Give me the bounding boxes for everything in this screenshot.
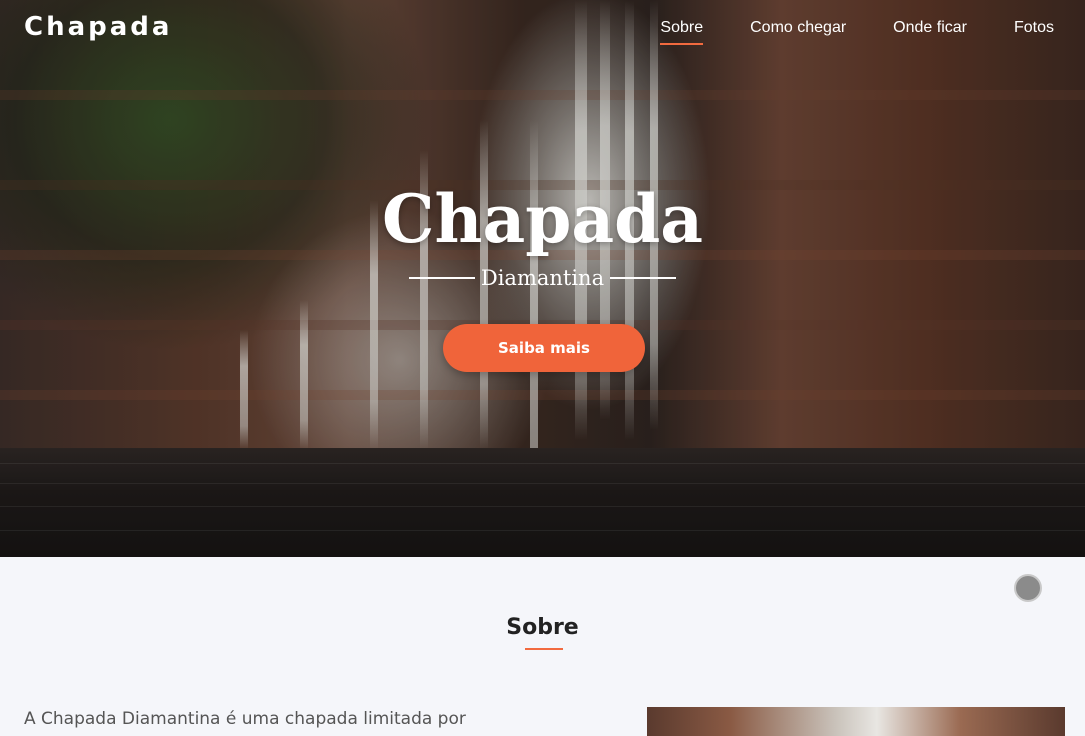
section-title: Sobre bbox=[506, 615, 579, 640]
brand-logo[interactable]: Chapada bbox=[24, 12, 172, 42]
section-title-underline bbox=[525, 648, 563, 650]
nav-item-como-chegar[interactable]: Como chegar bbox=[750, 19, 846, 43]
subtitle-right-rule bbox=[610, 277, 677, 279]
about-paragraph: A Chapada Diamantina é uma chapada limit… bbox=[24, 709, 466, 729]
saiba-mais-button[interactable]: Saiba mais bbox=[443, 324, 645, 372]
hero-title: Chapada bbox=[381, 180, 704, 258]
hero-subtitle-row: Diamantina bbox=[0, 266, 1085, 290]
canyon-photo bbox=[647, 707, 1065, 736]
subtitle-left-rule bbox=[408, 277, 475, 279]
main-nav: Sobre Como chegar Onde ficar Fotos bbox=[613, 19, 1054, 45]
hero-subtitle: Diamantina bbox=[480, 266, 605, 290]
scroll-indicator-dot[interactable] bbox=[1014, 574, 1042, 602]
nav-item-fotos[interactable]: Fotos bbox=[1014, 19, 1054, 43]
nav-item-sobre[interactable]: Sobre bbox=[660, 19, 703, 45]
nav-item-onde-ficar[interactable]: Onde ficar bbox=[893, 19, 967, 43]
